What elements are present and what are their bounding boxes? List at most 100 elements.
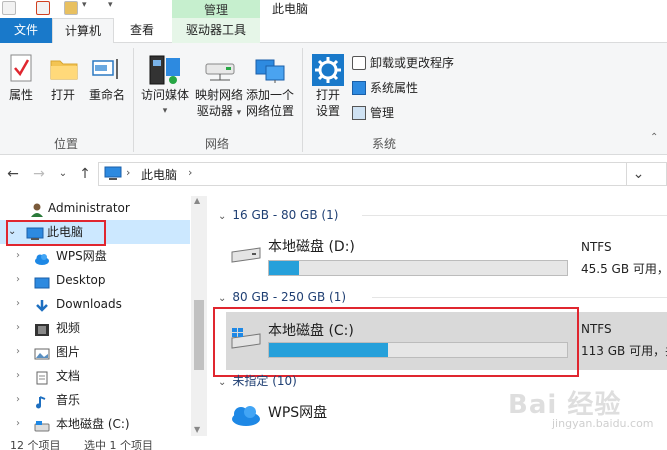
rename-label: 重命名	[88, 88, 125, 102]
group-collapse-icon[interactable]: ⌄	[218, 377, 226, 388]
status-item-count: 12 个项目	[10, 439, 61, 450]
nav-item-documents[interactable]: › 文档	[0, 364, 190, 388]
video-icon	[34, 321, 50, 336]
collapsed-chevron-icon[interactable]: ›	[16, 340, 28, 364]
collapsed-chevron-icon[interactable]: ›	[16, 388, 28, 412]
drive-icon	[231, 247, 261, 263]
collapsed-chevron-icon[interactable]: ›	[16, 244, 28, 268]
address-dropdown-icon[interactable]: ⌄	[626, 162, 650, 186]
map-drive-dropdown-icon: ▾	[236, 108, 242, 118]
collapsed-chevron-icon[interactable]: ›	[16, 412, 28, 436]
tab-file[interactable]: 文件	[0, 18, 52, 43]
nav-label-videos: 视频	[56, 321, 81, 335]
address-chevron-icon[interactable]: ›	[188, 166, 192, 179]
up-button[interactable]: ↑	[76, 164, 94, 184]
highlight-box-this-pc	[6, 220, 106, 246]
scroll-up-icon[interactable]: ▲	[194, 196, 200, 205]
music-note-icon	[34, 393, 50, 409]
group-collapse-icon[interactable]: ⌄	[218, 293, 226, 304]
status-bar: 12 个项目 选中 1 个项目	[0, 436, 667, 450]
uninstall-program-button[interactable]: 卸载或更改程序	[352, 53, 472, 73]
manage-button[interactable]: 管理	[352, 103, 472, 123]
nav-label-administrator: Administrator	[48, 201, 130, 215]
nav-label-local-disk-c: 本地磁盘 (C:)	[56, 417, 130, 431]
nav-item-wps[interactable]: › WPS网盘	[0, 244, 190, 268]
forward-button[interactable]: →	[30, 164, 48, 184]
collapsed-chevron-icon[interactable]: ›	[16, 316, 28, 340]
collapsed-chevron-icon[interactable]: ›	[16, 364, 28, 388]
nav-item-administrator[interactable]: Administrator	[0, 196, 190, 220]
user-icon	[30, 201, 46, 217]
network-location-icon	[255, 59, 285, 83]
open-button[interactable]: 打开	[46, 52, 80, 108]
group-divider	[362, 215, 667, 216]
address-separator-icon: ›	[126, 166, 131, 179]
open-settings-label-1: 打开	[315, 88, 340, 102]
system-properties-button[interactable]: 系统属性	[352, 78, 472, 98]
address-bar[interactable]	[98, 162, 667, 186]
drive-icon	[34, 417, 50, 432]
rename-button[interactable]: 重命名	[86, 52, 128, 108]
picture-icon	[34, 345, 50, 360]
access-media-dropdown-icon: ▾	[162, 106, 168, 116]
nav-label-pictures: 图片	[56, 345, 81, 359]
group-collapse-icon[interactable]: ⌄	[218, 211, 226, 222]
tab-computer[interactable]: 计算机	[52, 18, 114, 44]
access-media-button[interactable]: 访问媒体 ▾	[138, 52, 192, 116]
gear-icon	[312, 54, 344, 86]
nav-label-documents: 文档	[56, 369, 81, 383]
drive-d-free: 45.5 GB 可用，共	[581, 262, 667, 276]
nav-item-music[interactable]: › 音乐	[0, 388, 190, 412]
map-drive-label-1: 映射网络	[194, 88, 243, 102]
collapse-ribbon-icon[interactable]: ⌃	[650, 132, 658, 143]
access-media-label: 访问媒体	[140, 88, 189, 102]
nav-scroll-thumb[interactable]	[194, 300, 204, 370]
map-network-drive-button[interactable]: 映射网络 驱动器 ▾	[192, 52, 246, 118]
nav-item-downloads[interactable]: › Downloads	[0, 292, 190, 316]
collapsed-chevron-icon[interactable]: ›	[16, 292, 28, 316]
nav-item-local-disk-c[interactable]: › 本地磁盘 (C:)	[0, 412, 190, 436]
highlight-box-drive-c	[213, 307, 579, 377]
folder-qat-icon[interactable]	[64, 1, 78, 15]
back-button[interactable]: ←	[4, 164, 22, 184]
add-network-location-button[interactable]: 添加一个 网络位置	[244, 52, 296, 118]
properties-qat-icon[interactable]	[2, 1, 16, 15]
system-properties-icon	[352, 81, 366, 95]
drive-d[interactable]: 本地磁盘 (D:) NTFS 45.5 GB 可用，共	[226, 230, 667, 282]
cloud-icon	[232, 406, 260, 426]
qat-dropdown-icon[interactable]: ▾	[82, 0, 87, 10]
group-header-label: 未指定 (10)	[232, 374, 297, 388]
address-path[interactable]: 此电脑	[141, 166, 177, 183]
group-header-unspecified[interactable]: ⌄ 未指定 (10)	[218, 372, 297, 390]
cloud-icon	[34, 249, 50, 265]
scroll-down-icon[interactable]: ▼	[194, 425, 200, 434]
baidu-watermark: Bai 经验	[508, 390, 622, 420]
drive-d-usage-bar	[268, 260, 568, 276]
media-icon	[149, 55, 180, 85]
checkbox-qat-icon[interactable]	[36, 1, 50, 15]
nav-label-downloads: Downloads	[56, 297, 122, 311]
collapsed-chevron-icon[interactable]: ›	[16, 268, 28, 292]
baidu-watermark-url: jingyan.baidu.com	[552, 417, 654, 430]
wps-cloud-name: WPS网盘	[268, 405, 328, 421]
nav-item-videos[interactable]: › 视频	[0, 316, 190, 340]
nav-item-desktop[interactable]: › Desktop	[0, 268, 190, 292]
map-drive-label-2: 驱动器 ▾	[192, 104, 246, 121]
open-settings-button[interactable]: 打开 设置	[308, 52, 348, 118]
nav-label-wps: WPS网盘	[56, 249, 107, 263]
properties-icon	[10, 54, 32, 82]
properties-button[interactable]: 属性	[4, 52, 38, 108]
group-header-80-250[interactable]: ⌄ 80 GB - 250 GB (1)	[218, 288, 346, 306]
nav-item-pictures[interactable]: › 图片	[0, 340, 190, 364]
drive-d-name: 本地磁盘 (D:)	[268, 239, 355, 255]
quick-access-toolbar	[0, 0, 667, 18]
tab-view[interactable]: 查看	[118, 18, 166, 43]
open-settings-label-2: 设置	[315, 104, 340, 118]
tab-driver-tools[interactable]: 驱动器工具	[172, 18, 260, 43]
group-header-16-80[interactable]: ⌄ 16 GB - 80 GB (1)	[218, 206, 338, 224]
wps-cloud-item[interactable]: WPS网盘	[226, 396, 526, 432]
status-selected-count: 选中 1 个项目	[84, 439, 153, 450]
customize-qat-icon[interactable]: ▾	[108, 0, 113, 10]
recent-locations-icon[interactable]: ⌄	[54, 164, 72, 184]
drive-d-usage-fill	[269, 261, 299, 275]
